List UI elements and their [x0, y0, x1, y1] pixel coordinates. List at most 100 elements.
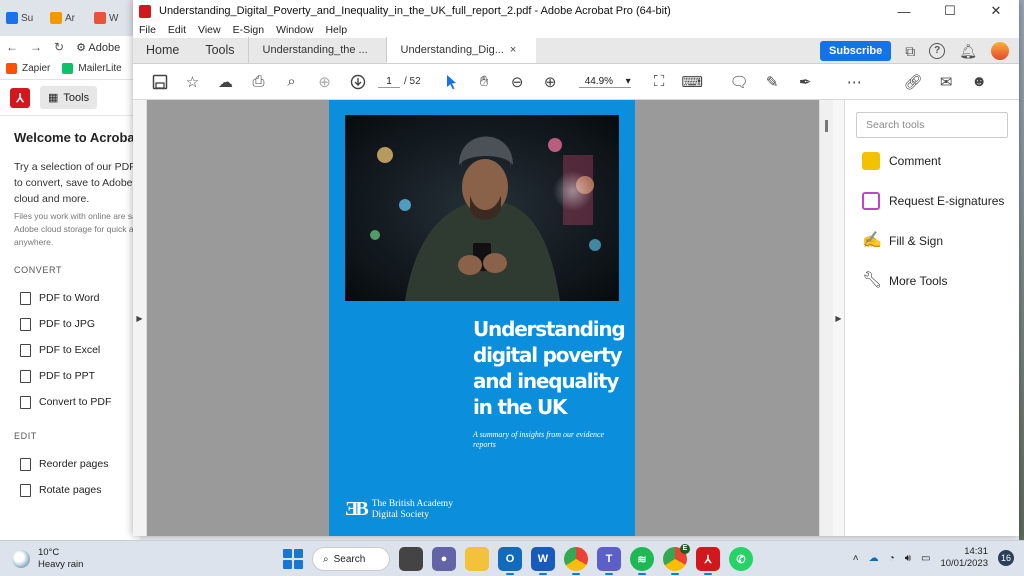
chrome-icon[interactable] — [564, 547, 588, 575]
convert-item[interactable]: PDF to PPT — [0, 363, 140, 389]
windows-taskbar: 10°C Heavy rain ⌕ Search ● O W T ≋ E ⅄ ✆ … — [0, 540, 1024, 576]
save-icon[interactable] — [143, 69, 176, 95]
bookmark-zapier[interactable]: Zapier — [6, 63, 50, 74]
document-tab[interactable]: Understanding_the ... — [247, 37, 386, 63]
battery-icon[interactable]: ▭ — [921, 553, 930, 564]
wifi-icon[interactable]: ◔ — [889, 553, 895, 564]
edit-item[interactable]: Rotate pages — [0, 477, 140, 503]
menu-help[interactable]: Help — [325, 24, 347, 36]
convert-item[interactable]: PDF to Word — [0, 285, 140, 311]
bookmark-mailerlite[interactable]: MailerLite — [62, 63, 122, 74]
zoom-out-icon[interactable]: ⊖ — [501, 69, 534, 95]
hand-tool-icon[interactable]: ✋︎ — [468, 69, 501, 95]
reload-icon[interactable]: ↻ — [54, 40, 64, 54]
zoom-in-icon[interactable]: ⊕ — [534, 69, 567, 95]
next-page-icon[interactable] — [341, 69, 374, 95]
tool-comment[interactable]: Comment — [856, 144, 1008, 178]
windows-start-icon[interactable] — [283, 549, 303, 569]
document-tab-label: Understanding_Dig... — [400, 43, 504, 56]
help-icon[interactable]: ? — [929, 43, 946, 59]
left-pane-toggle[interactable]: ▶ — [133, 100, 147, 536]
convert-item[interactable]: PDF to JPG — [0, 311, 140, 337]
pdf-viewport[interactable]: Understanding digital poverty and inequa… — [147, 100, 819, 536]
zoom-search-icon[interactable]: ⌕ — [275, 69, 308, 95]
browser-tab-strip: Su Ar W — [0, 0, 140, 36]
upload-cloud-icon[interactable]: ☁ — [209, 69, 242, 95]
address-url[interactable]: ⚙ Adobe — [76, 41, 120, 54]
chrome-profile-icon[interactable]: E — [663, 544, 690, 575]
maximize-icon[interactable]: ☐ — [927, 3, 973, 19]
acrobat-taskbar-icon[interactable]: ⅄ — [696, 547, 720, 575]
weather-widget[interactable]: 10°C Heavy rain — [12, 547, 83, 571]
welcome-title: Welcome to Acrobat — [14, 130, 139, 145]
tool-request-esignatures[interactable]: Request E-signatures — [856, 184, 1008, 218]
bell-icon[interactable]: 🔔︎ — [959, 43, 977, 60]
minimize-icon[interactable]: — — [881, 4, 927, 19]
outlook-icon[interactable]: O — [498, 547, 522, 575]
email-icon[interactable]: ✉ — [930, 69, 963, 95]
teams-icon[interactable]: T — [597, 547, 621, 575]
sign-pen-icon[interactable]: ✒ — [789, 69, 822, 95]
chevron-up-icon[interactable]: ˄ — [853, 553, 859, 564]
browser-tab[interactable]: Su — [6, 12, 44, 24]
close-tab-icon[interactable]: × — [510, 44, 516, 56]
avatar[interactable] — [991, 42, 1009, 60]
zoom-select[interactable]: 44.9% ▾ — [578, 76, 631, 88]
whatsapp-icon[interactable]: ✆ — [729, 547, 753, 571]
acrobat-logo-icon[interactable]: ⅄ — [10, 87, 30, 108]
scrollbar-thumb[interactable] — [825, 120, 828, 132]
volume-icon[interactable]: 🔊︎ — [905, 553, 911, 564]
tools-button[interactable]: ▦ Tools — [40, 86, 98, 109]
menu-edit[interactable]: Edit — [168, 24, 186, 36]
tab-favicon-icon — [6, 12, 18, 24]
tab-home[interactable]: Home — [133, 37, 192, 63]
menu-file[interactable]: File — [139, 24, 156, 36]
page-fit-icon[interactable]: ⛶ — [643, 69, 676, 95]
menu-esign[interactable]: E-Sign — [233, 24, 265, 36]
browser-tab[interactable]: Ar — [50, 12, 88, 24]
vertical-scrollbar[interactable] — [819, 100, 833, 536]
tool-fill-sign[interactable]: ✍ Fill & Sign — [856, 224, 1008, 258]
british-academy-logo: ƎB The British Academy Digital Society — [345, 498, 453, 521]
print-icon[interactable]: ⎙ — [242, 69, 275, 95]
convert-item[interactable]: PDF to Excel — [0, 337, 140, 363]
previous-page-icon[interactable]: ⊕ — [308, 69, 341, 95]
subscribe-button[interactable]: Subscribe — [820, 41, 892, 61]
edit-item[interactable]: Reorder pages — [0, 451, 140, 477]
bookmark-star-icon[interactable]: ☆ — [176, 69, 209, 95]
close-icon[interactable]: ✕ — [973, 3, 1019, 19]
document-tab-active[interactable]: Understanding_Dig... × — [385, 37, 536, 63]
task-view-icon[interactable] — [399, 547, 423, 571]
highlight-pen-icon[interactable]: ✎ — [756, 69, 789, 95]
tab-tools[interactable]: Tools — [192, 37, 247, 63]
tool-more-tools[interactable]: 🔧︎ More Tools — [856, 264, 1008, 298]
menu-window[interactable]: Window — [276, 24, 313, 36]
right-pane-toggle[interactable]: ▶ — [833, 100, 845, 536]
onedrive-cloud-icon[interactable]: ☁ — [869, 553, 879, 564]
search-label: Search — [333, 553, 366, 565]
word-icon[interactable]: W — [531, 547, 555, 575]
teams-chat-icon[interactable]: ● — [432, 547, 456, 571]
taskbar-search[interactable]: ⌕ Search — [312, 547, 390, 571]
page-number-input[interactable]: 1 — [378, 76, 400, 88]
forward-arrow-icon[interactable]: → — [30, 40, 42, 54]
spotify-icon[interactable]: ≋ — [630, 547, 654, 575]
notification-badge[interactable]: 16 — [998, 550, 1014, 566]
back-arrow-icon[interactable]: ← — [6, 40, 18, 54]
clock[interactable]: 14:31 10/01/2023 — [940, 546, 988, 570]
tool-label: Request E-signatures — [889, 194, 1005, 208]
scroll-mode-icon[interactable]: ⌨ — [676, 69, 709, 95]
edit-item-label: Reorder pages — [39, 458, 109, 470]
tab-bar: Home Tools Understanding_the ... Underst… — [133, 37, 1019, 64]
comment-icon[interactable]: 🗨︎ — [723, 69, 756, 95]
select-cursor-icon[interactable] — [435, 69, 468, 95]
share-link-icon[interactable]: 🔗︎ — [897, 69, 930, 95]
menu-view[interactable]: View — [198, 24, 221, 36]
search-tools-input[interactable]: Search tools — [856, 112, 1008, 138]
share-screen-icon[interactable]: ⧉ — [905, 43, 915, 60]
browser-tab[interactable]: W — [94, 12, 132, 24]
convert-item[interactable]: Convert to PDF — [0, 389, 140, 415]
add-user-icon[interactable]: ☻ — [963, 69, 996, 95]
more-options-icon[interactable]: ⋯ — [838, 69, 871, 95]
file-explorer-icon[interactable] — [465, 547, 489, 571]
